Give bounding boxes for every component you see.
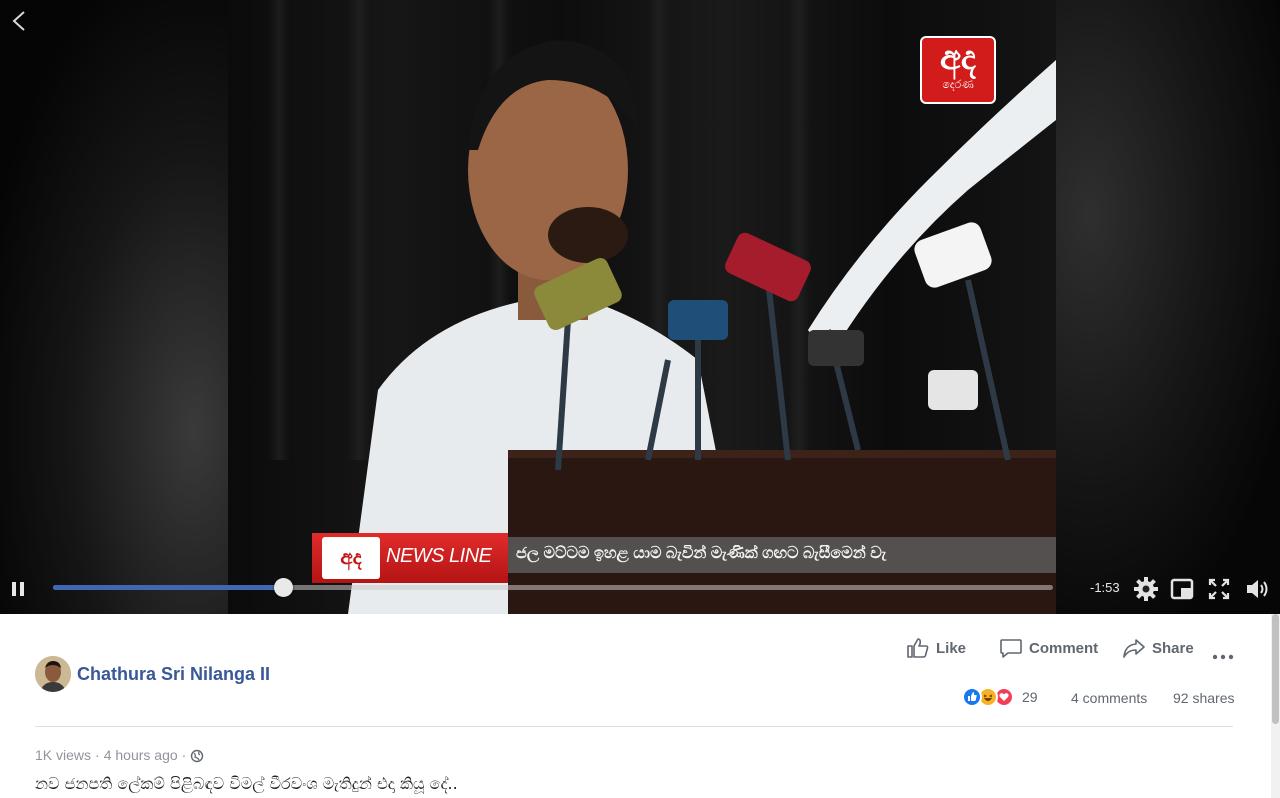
views-count: 1K views xyxy=(35,747,92,764)
post-author: Chathura Sri Nilanga II xyxy=(35,656,270,692)
comment-label: Comment xyxy=(1029,639,1099,657)
post-section: Like Comment Share Chathura Sri Nilanga … xyxy=(0,614,1280,798)
more-options-icon[interactable] xyxy=(1212,648,1234,660)
thumbs-up-icon xyxy=(907,638,929,658)
video-frame: අද දෙරණ අද NEWS LINE ජල මට්ටම ඉහළ යාම බැ… xyxy=(228,0,1056,614)
progress-bar[interactable] xyxy=(53,578,1053,597)
like-reaction-icon xyxy=(962,687,982,707)
like-label: Like xyxy=(936,639,967,657)
ticker-text: ජල මට්ටම ඉහළ යාම බැවින් මැණික් ගඟට බැසීම… xyxy=(516,545,887,562)
post-caption: නව ජනපති ලේකම් පිළිබඳව විමල් වීරවංශ මැති… xyxy=(35,774,458,793)
post-meta: 1K views · 4 hours ago · xyxy=(35,747,204,763)
timestamp-link[interactable]: 4 hours ago xyxy=(104,747,178,763)
pip-icon[interactable] xyxy=(1169,576,1195,602)
video-blur-right xyxy=(1056,0,1280,614)
meta-separator: · xyxy=(95,747,100,764)
video-player[interactable]: අද දෙරණ අද NEWS LINE ජල මට්ටම ඉහළ යාම බැ… xyxy=(0,0,1280,614)
share-label: Share xyxy=(1152,639,1194,657)
channel-logo: අද දෙරණ xyxy=(920,36,996,104)
divider xyxy=(35,726,1233,727)
share-button[interactable]: Share xyxy=(1122,636,1194,660)
author-name[interactable]: Chathura Sri Nilanga II xyxy=(77,664,270,685)
channel-logo-main: අද xyxy=(939,39,977,77)
comments-count-link[interactable]: 4 comments xyxy=(1071,690,1147,706)
share-icon xyxy=(1123,639,1145,658)
comment-button[interactable]: Comment xyxy=(999,636,1098,660)
video-blur-left xyxy=(0,0,228,614)
back-icon[interactable] xyxy=(6,8,32,34)
fullscreen-icon[interactable] xyxy=(1206,576,1232,602)
ticker-brand-text: NEWS LINE xyxy=(386,545,492,567)
volume-icon[interactable] xyxy=(1244,576,1270,602)
scrollbar-thumb[interactable] xyxy=(1272,614,1279,724)
globe-icon xyxy=(190,747,204,763)
reaction-count: 29 xyxy=(1022,689,1038,705)
progress-fill xyxy=(53,585,283,590)
like-button[interactable]: Like xyxy=(906,636,966,660)
video-controls: -1:53 xyxy=(0,566,1280,612)
settings-icon[interactable] xyxy=(1133,576,1159,602)
shares-count-link[interactable]: 92 shares xyxy=(1173,690,1234,706)
avatar[interactable] xyxy=(35,656,71,692)
pause-icon[interactable] xyxy=(8,578,28,600)
meta-separator: · xyxy=(181,747,187,764)
channel-logo-sub: දෙරණ xyxy=(942,79,974,91)
comment-icon xyxy=(1000,639,1022,658)
reactions-summary[interactable]: 29 xyxy=(962,686,1038,708)
time-remaining: -1:53 xyxy=(1090,580,1120,595)
progress-thumb[interactable] xyxy=(274,578,293,597)
